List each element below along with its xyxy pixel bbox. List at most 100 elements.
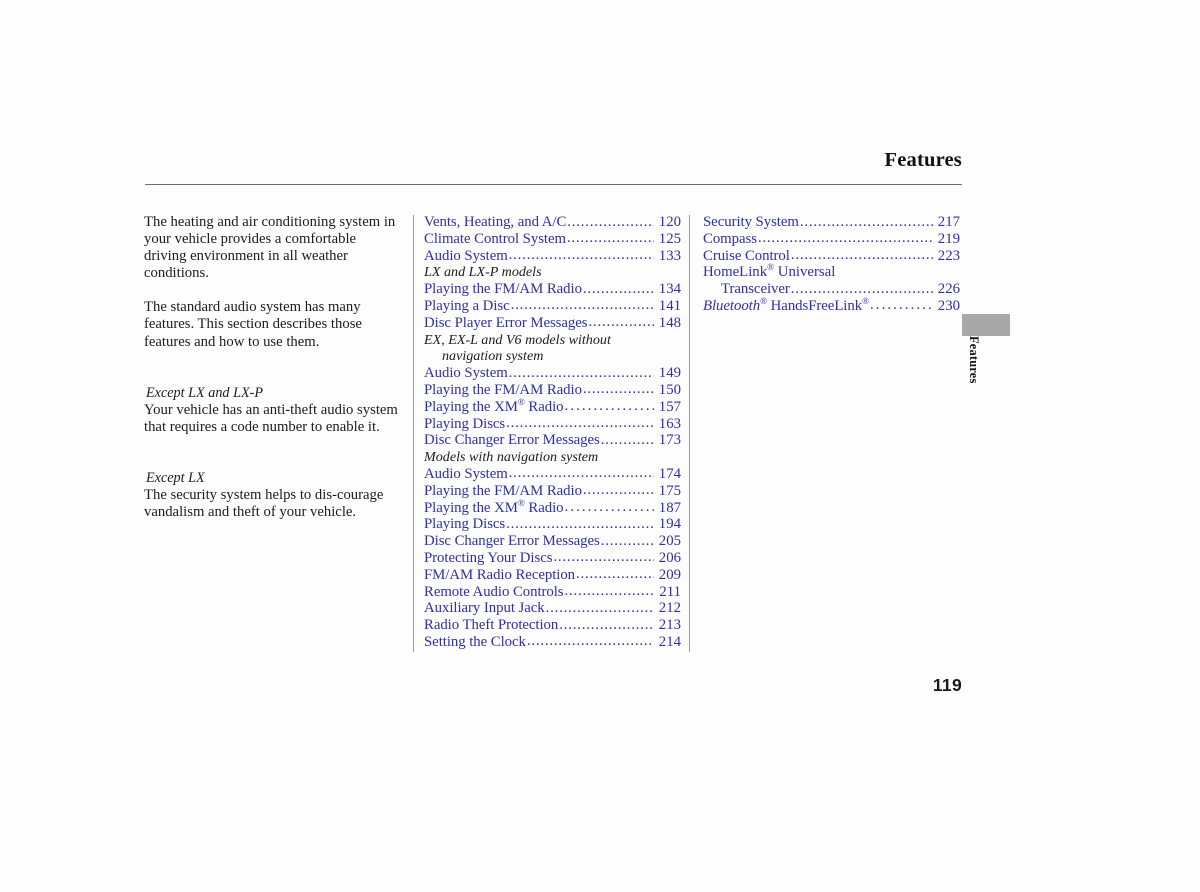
toc-leader-dots	[870, 297, 933, 314]
toc-page-number: 148	[658, 314, 681, 331]
toc-entry-label: Bluetooth® HandsFreeLink®	[703, 296, 869, 314]
toc-page-number: 219	[937, 230, 960, 247]
toc-page-number: 205	[658, 533, 681, 550]
toc-entry-label: Playing the XM® Radio	[424, 497, 564, 516]
toc-entry-label: Climate Control System	[424, 230, 566, 247]
toc-leader-dots	[588, 314, 654, 331]
toc-entry-label: FM/AM Radio Reception	[424, 566, 576, 583]
toc-entry[interactable]: Audio System 133	[424, 248, 681, 265]
toc-entry[interactable]: Playing a Disc 141	[424, 298, 681, 315]
toc-entry[interactable]: Playing the FM/AM Radio 134	[424, 281, 681, 298]
toc-page-number: 213	[658, 617, 681, 634]
toc-entry[interactable]: Cruise Control 223	[703, 248, 960, 265]
toc-entry[interactable]: Playing the XM® Radio 187	[424, 497, 681, 517]
toc-entry[interactable]: Playing Discs 194	[424, 516, 681, 533]
toc-subheading: Models with navigation system	[424, 449, 599, 466]
toc-entry[interactable]: Remote Audio Controls 211	[424, 584, 681, 601]
toc-column-middle: Vents, Heating, and A/C120Climate Contro…	[424, 214, 681, 651]
page-columns: The heating and air conditioning system …	[0, 0, 1200, 892]
toc-page-number: 133	[658, 247, 681, 264]
toc-entry[interactable]: Audio System 149	[424, 365, 681, 382]
toc-page-number: 157	[658, 398, 681, 415]
toc-entry-label: Playing the FM/AM Radio	[424, 381, 582, 398]
toc-leader-dots	[791, 281, 933, 298]
toc-entry-label: Remote Audio Controls	[424, 583, 564, 600]
toc-page-number: 226	[937, 281, 960, 298]
registered-trademark-icon: ®	[517, 396, 525, 407]
toc-leader-dots	[601, 432, 654, 449]
toc-page-number: 223	[937, 247, 960, 264]
toc-entry[interactable]: Disc Player Error Messages 148	[424, 315, 681, 332]
intro-column: The heating and air conditioning system …	[144, 214, 402, 521]
toc-leader-dots	[583, 482, 654, 499]
toc-entry[interactable]: Playing the XM® Radio 157	[424, 396, 681, 416]
toc-entry-label: Protecting Your Discs	[424, 549, 553, 566]
toc-page-number: 230	[937, 297, 960, 314]
toc-entry-label: Audio System	[424, 365, 508, 382]
toc-entry[interactable]: Security System 217	[703, 214, 960, 231]
toc-entry[interactable]: Audio System 174	[424, 466, 681, 483]
toc-leader-dots	[565, 583, 654, 600]
toc-page-number: 134	[658, 281, 681, 298]
toc-entry[interactable]: Playing the FM/AM Radio 150	[424, 382, 681, 399]
toc-leader-dots	[559, 617, 654, 634]
toc-entry-label: Playing a Disc	[424, 297, 510, 314]
toc-entry-label: Audio System	[424, 247, 508, 264]
toc-entry[interactable]: Protecting Your Discs 206	[424, 550, 681, 567]
toc-entry-label-italic: Bluetooth	[703, 297, 761, 314]
toc-entry[interactable]: Disc Changer Error Messages 173	[424, 432, 681, 449]
toc-entry-label-wrapped[interactable]: HomeLink® Universal	[703, 263, 960, 281]
toc-leader-dots	[527, 633, 654, 650]
toc-leader-dots	[553, 549, 654, 566]
toc-entry[interactable]: FM/AM Radio Reception 209	[424, 567, 681, 584]
toc-entry-label: Playing the XM® Radio	[424, 396, 564, 415]
toc-subheading: EX, EX-L and V6 models without	[424, 331, 611, 348]
toc-entry[interactable]: Transceiver 226	[703, 281, 960, 298]
toc-page-number: 141	[658, 297, 681, 314]
toc-entry[interactable]: Disc Changer Error Messages 205	[424, 533, 681, 550]
toc-entry[interactable]: Auxiliary Input Jack 212	[424, 600, 681, 617]
toc-entry[interactable]: Compass 219	[703, 231, 960, 248]
intro-section-body: Your vehicle has an anti-theft audio sys…	[144, 401, 398, 435]
toc-page-number: 163	[658, 415, 681, 432]
intro-section-body: The security system helps to dis-courage…	[144, 487, 384, 521]
toc-entry-label: Audio System	[424, 465, 508, 482]
toc-entry[interactable]: Climate Control System 125	[424, 231, 681, 248]
toc-page-number: 211	[659, 583, 681, 600]
registered-trademark-icon: ®	[517, 497, 525, 508]
toc-entry-label: Transceiver	[721, 281, 790, 298]
toc-page-number: 187	[658, 499, 681, 516]
intro-paragraph: The standard audio system has many featu…	[144, 299, 362, 350]
toc-page-number: 209	[658, 566, 681, 583]
toc-entry[interactable]: Vents, Heating, and A/C 120	[424, 214, 681, 231]
toc-entry-label: Setting the Clock	[424, 633, 526, 650]
toc-entry[interactable]: Setting the Clock 214	[424, 634, 681, 651]
toc-leader-dots	[506, 516, 654, 533]
toc-entry[interactable]: Playing Discs 163	[424, 416, 681, 433]
toc-entry[interactable]: Bluetooth® HandsFreeLink® 230	[703, 296, 960, 315]
side-tab-label: Features	[967, 336, 981, 384]
registered-trademark-icon: ®	[760, 296, 768, 307]
intro-section-heading: Except LX and LX-P	[146, 384, 264, 401]
toc-page-number: 194	[658, 516, 681, 533]
toc-page-number: 175	[658, 482, 681, 499]
toc-column-right: Security System217Compass219Cruise Contr…	[703, 214, 960, 315]
toc-leader-dots	[576, 566, 654, 583]
toc-page-number: 214	[658, 633, 681, 650]
toc-subheading: navigation system	[442, 348, 544, 365]
toc-entry[interactable]: Radio Theft Protection 213	[424, 617, 681, 634]
toc-entry-label: Cruise Control	[703, 247, 790, 264]
toc-page-number: 174	[658, 465, 681, 482]
toc-leader-dots	[565, 398, 654, 415]
toc-entry[interactable]: Playing the FM/AM Radio 175	[424, 483, 681, 500]
toc-entry-label: Playing Discs	[424, 415, 506, 432]
toc-leader-dots	[800, 214, 933, 231]
intro-paragraph: The heating and air conditioning system …	[144, 214, 396, 282]
toc-leader-dots	[565, 499, 654, 516]
toc-leader-dots	[546, 600, 654, 617]
toc-leader-dots	[509, 365, 654, 382]
toc-entry-label: Radio Theft Protection	[424, 617, 559, 634]
toc-leader-dots	[509, 465, 654, 482]
toc-subheading: LX and LX-P models	[424, 264, 542, 281]
